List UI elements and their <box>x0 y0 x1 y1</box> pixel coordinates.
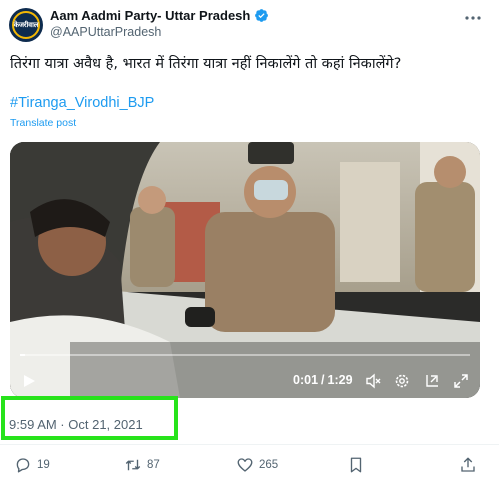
picture-in-picture-icon[interactable] <box>424 373 440 389</box>
like-count: 265 <box>259 459 279 471</box>
play-icon[interactable] <box>22 374 36 388</box>
repost-button[interactable]: 87 <box>124 456 160 474</box>
avatar-text: केजरीवाल <box>13 21 39 29</box>
avatar[interactable]: केजरीवाल <box>9 8 43 42</box>
bookmark-button[interactable] <box>347 456 365 474</box>
author-display-name[interactable]: Aam Aadmi Party- Uttar Pradesh <box>50 8 250 23</box>
settings-gear-icon[interactable] <box>394 373 410 389</box>
more-options-icon[interactable] <box>464 10 482 26</box>
video-controls: 0:01/1:29 <box>10 142 480 398</box>
like-button[interactable]: 265 <box>236 456 278 474</box>
video-player[interactable]: 0:01/1:29 <box>10 142 480 398</box>
share-icon <box>461 457 475 472</box>
video-progress-bar[interactable] <box>20 354 470 356</box>
post-timestamp[interactable]: 9:59 AM · Oct 21, 2021 <box>9 417 143 432</box>
heart-icon <box>237 458 253 472</box>
tweet-card: केजरीवाल Aam Aadmi Party- Uttar Pradesh … <box>0 0 499 499</box>
translate-post-link[interactable]: Translate post <box>10 117 76 129</box>
repost-icon <box>125 459 141 471</box>
share-button[interactable] <box>459 456 477 474</box>
reply-icon <box>16 458 30 473</box>
reply-count: 19 <box>37 459 50 471</box>
repost-count: 87 <box>147 459 160 471</box>
mute-icon[interactable] <box>365 373 381 389</box>
author-handle[interactable]: @AAPUttarPradesh <box>50 25 161 39</box>
video-duration: 1:29 <box>327 373 353 387</box>
hashtag-link[interactable]: #Tiranga_Virodhi_BJP <box>10 95 154 111</box>
tweet-text: तिरंगा यात्रा अवैध है, भारत में तिरंगा य… <box>10 56 402 72</box>
reply-button[interactable]: 19 <box>14 456 50 474</box>
video-current-time: 0:01 <box>293 373 319 387</box>
author-name-row: Aam Aadmi Party- Uttar Pradesh <box>50 8 269 23</box>
video-time: 0:01/1:29 <box>293 373 353 387</box>
video-progress-fill <box>20 354 25 356</box>
divider <box>0 444 499 445</box>
verified-badge-icon <box>255 9 269 22</box>
bookmark-icon <box>350 457 362 473</box>
fullscreen-icon[interactable] <box>453 373 469 389</box>
